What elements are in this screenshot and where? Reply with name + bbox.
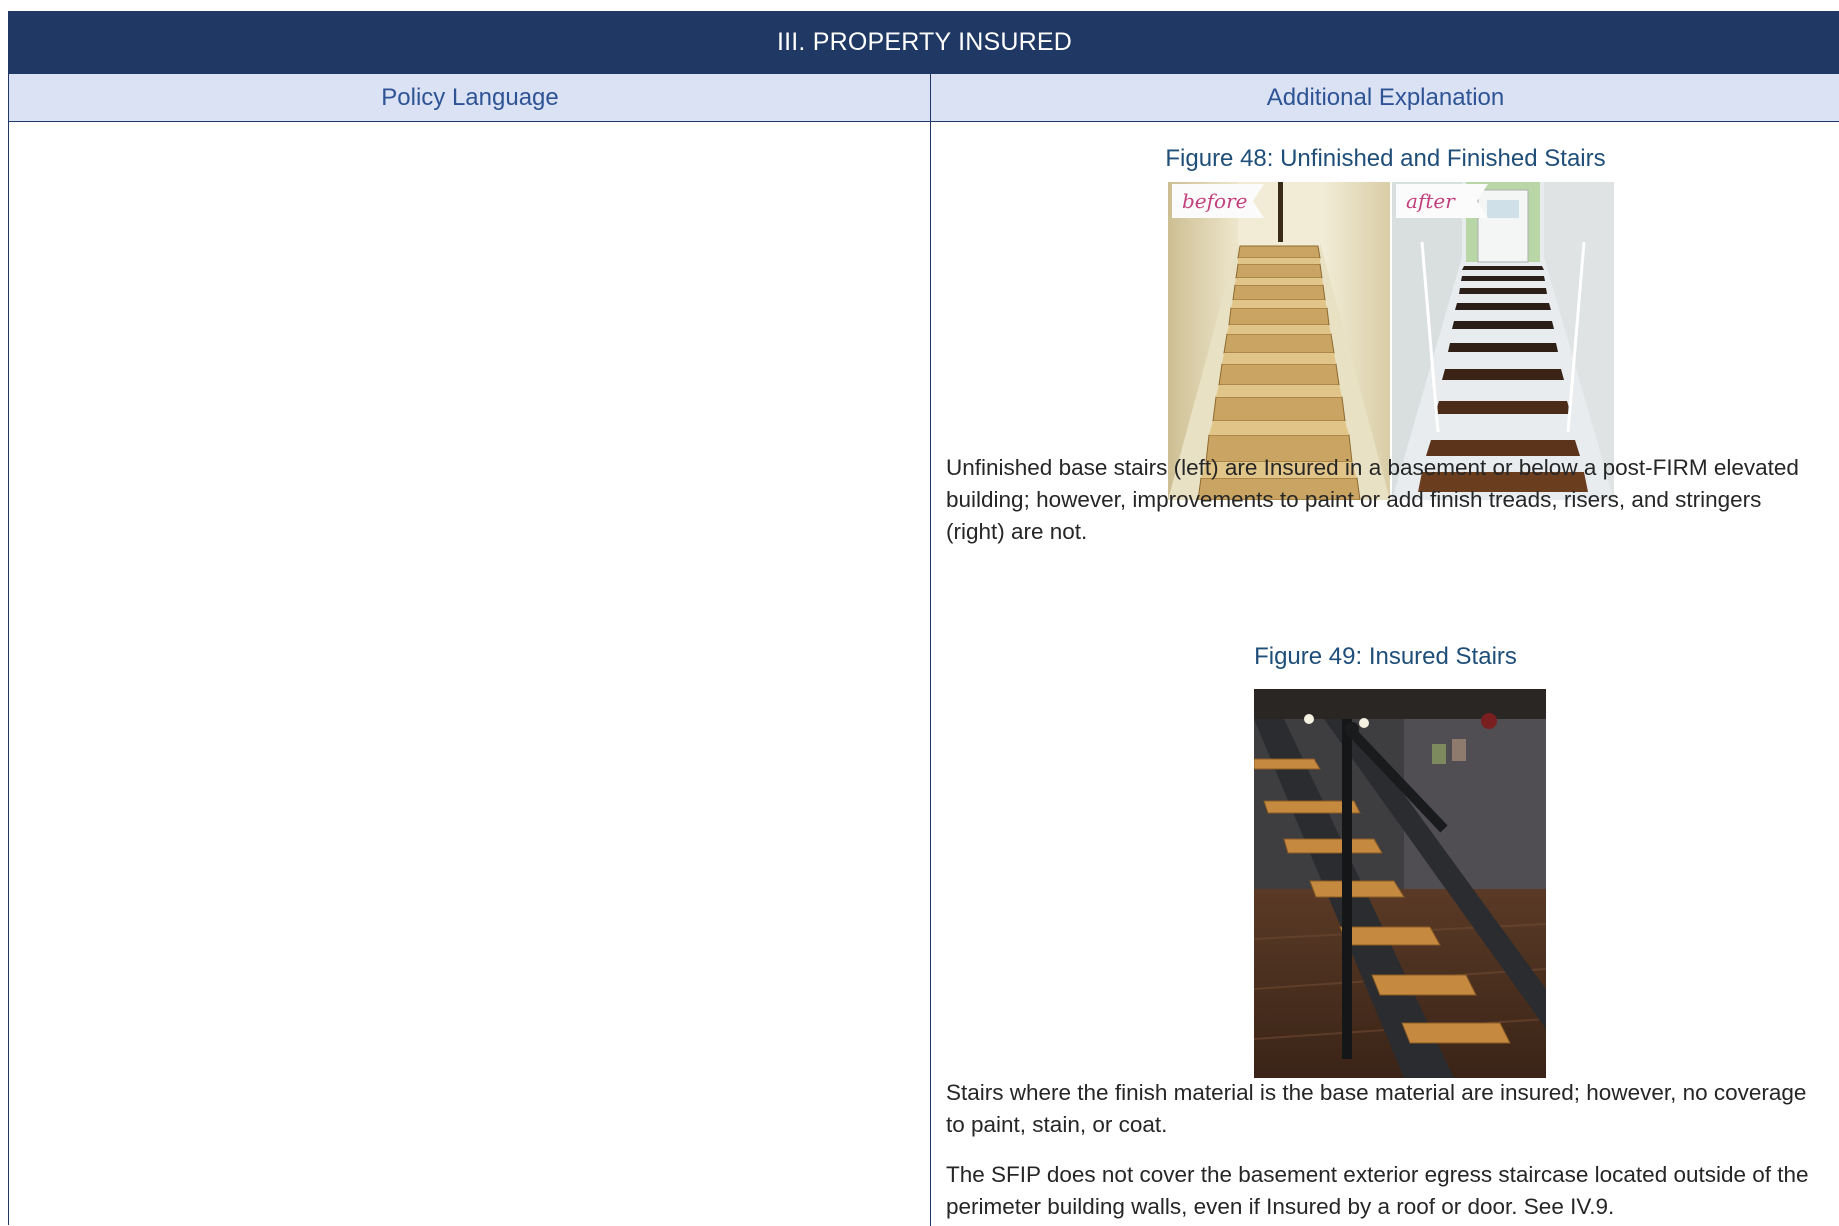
figure-49-image xyxy=(1254,689,1546,1078)
additional-explanation-cell: Figure 48: Unfinished and Finished Stair… xyxy=(931,122,1839,1226)
policy-language-header: Policy Language xyxy=(381,83,559,111)
additional-explanation-header: Additional Explanation xyxy=(1266,83,1505,111)
column-header-row: Policy Language Additional Explanation xyxy=(9,73,1839,122)
figure-48-caption: Figure 48: Unfinished and Finished Stair… xyxy=(1165,145,1606,172)
section-title: III. PROPERTY INSURED xyxy=(9,12,1839,73)
policy-language-cell xyxy=(9,122,930,1226)
figure-49-caption: Figure 49: Insured Stairs xyxy=(1254,643,1517,670)
before-tag: before xyxy=(1172,184,1264,218)
figure-48-description: Unfinished base stairs (left) are Insure… xyxy=(946,455,1799,544)
figure-49-description: Stairs where the finish material is the … xyxy=(946,1080,1807,1137)
egress-staircase-note: The SFIP does not cover the basement ext… xyxy=(946,1162,1809,1219)
after-tag: after xyxy=(1396,184,1488,218)
property-insured-table: III. PROPERTY INSURED Policy Language Ad… xyxy=(8,11,1839,1226)
